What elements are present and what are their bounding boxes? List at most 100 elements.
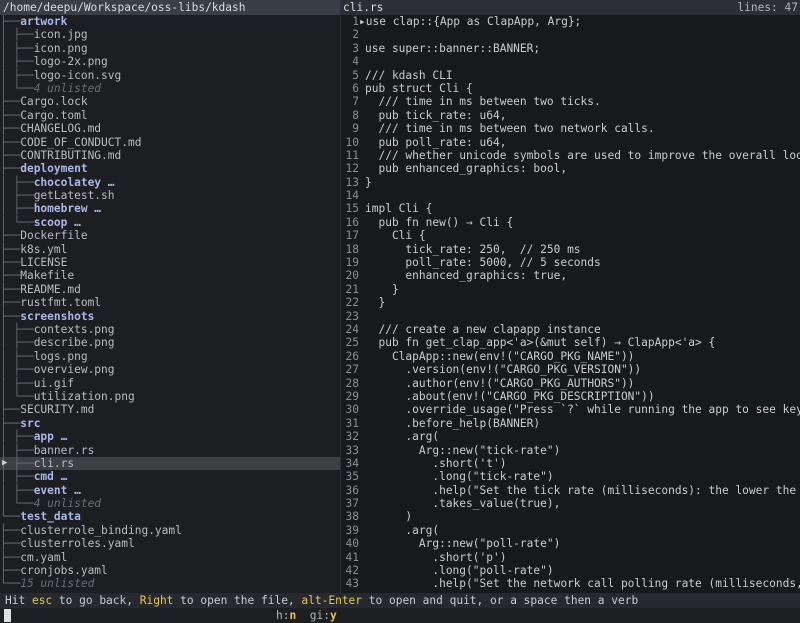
tree-row-directory[interactable]: │ ├──app … — [0, 430, 340, 443]
tree-item-name: contexts.png — [33, 322, 115, 336]
tree-row-directory[interactable]: │ ├──chocolatey … — [0, 176, 340, 189]
tree-row-directory[interactable]: │ ├──event … — [0, 484, 340, 497]
code-text: impl Cli { — [365, 202, 433, 216]
tree-row-file[interactable]: │ ├──logs.png — [0, 350, 340, 363]
tree-row-file[interactable]: │ ├──ui.gif — [0, 377, 340, 390]
tree-item-name: icon.png — [33, 41, 88, 55]
code-text: .short('t') — [365, 456, 507, 470]
line-number: 11 — [345, 148, 359, 162]
command-input[interactable]: h:n gi:y — [0, 608, 800, 623]
code-text: Arg::new("poll-rate") — [365, 537, 561, 551]
tree-row-file[interactable]: │ ├──contexts.png — [0, 323, 340, 336]
code-line: 23 — [341, 310, 800, 323]
tree-guide: ├── — [0, 242, 21, 256]
line-number: 5 — [352, 68, 359, 82]
status-text: to open the file, — [173, 594, 302, 607]
tree-row-file[interactable]: │ ├──describe.png — [0, 336, 340, 349]
tree-row-file[interactable]: │ ├──icon.png — [0, 42, 340, 55]
tree-row-directory[interactable]: ├──artwork — [0, 15, 340, 28]
tree-guide: ├── — [0, 108, 21, 122]
tree-row-file[interactable]: ├──CHANGELOG.md — [0, 122, 340, 135]
line-number: 6 — [352, 81, 359, 95]
tree-row-unlisted[interactable]: │ └──4 unlisted — [0, 82, 340, 95]
tree-row-unlisted[interactable]: └──15 unlisted — [0, 577, 340, 590]
line-number: 33 — [345, 443, 359, 457]
code-line: 33 Arg::new("tick-rate") — [341, 444, 800, 457]
tree-item-name: README.md — [20, 282, 81, 296]
code-text: pub fn new() → Cli { — [365, 215, 514, 229]
code-text: } — [365, 296, 386, 310]
line-number: 40 — [345, 537, 359, 551]
tree-row-file[interactable]: │ ├──banner.rs — [0, 444, 340, 457]
tree-item-name: test_data — [20, 510, 81, 524]
tree-row-file[interactable]: ├──CONTRIBUTING.md — [0, 149, 340, 162]
tree-row-file[interactable]: ├──k8s.yml — [0, 243, 340, 256]
tree-item-name: 4 unlisted — [33, 497, 102, 511]
tree-row-directory[interactable]: ├──screenshots — [0, 310, 340, 323]
tree-row-file[interactable]: ├──rustfmt.toml — [0, 296, 340, 309]
tree-row-file[interactable]: │ ├──icon.jpg — [0, 28, 340, 41]
tree-row-file[interactable]: │ ├──logo-2x.png — [0, 55, 340, 68]
code-line: 21 } — [341, 283, 800, 296]
tree-row-file[interactable]: │ ├──overview.png — [0, 363, 340, 376]
tree-row-directory[interactable]: └──test_data — [0, 510, 340, 523]
tree-row-file[interactable]: ├──README.md — [0, 283, 340, 296]
tree-item-name: describe.png — [33, 336, 115, 350]
tree-guide: │ ├── — [0, 322, 34, 336]
tree-row-file[interactable]: ├──Cargo.toml — [0, 109, 340, 122]
tree-guide: ├── — [0, 296, 21, 310]
line-number: 26 — [345, 349, 359, 363]
preview-header: cli.rs lines: 47 — [341, 0, 800, 15]
code-line: 9 /// time in ms between two network cal… — [341, 122, 800, 135]
tree-guide: │ ├── — [0, 363, 34, 377]
tree-row-file[interactable]: │ ├──logo-icon.svg — [0, 69, 340, 82]
tree-row-directory[interactable]: │ └──scoop … — [0, 216, 340, 229]
code-line: 42 .long("poll-rate") — [341, 564, 800, 577]
code-text: pub struct Cli { — [365, 81, 473, 95]
code-text: ClapApp::new(env!("CARGO_PKG_NAME")) — [365, 349, 635, 363]
code-line: 19 poll_rate: 5000, // 5 seconds — [341, 256, 800, 269]
tree-guide: ├── — [0, 550, 21, 564]
code-text: pub tick_rate: u64, — [365, 108, 507, 122]
code-text: .arg( — [365, 430, 440, 444]
tree-rows: ├──artwork │ ├──icon.jpg │ ├──icon.png │ ├─… — [0, 15, 340, 591]
tree-row-directory[interactable]: ├──deployment — [0, 162, 340, 175]
tree-item-name: artwork — [20, 15, 68, 28]
tree-row-file[interactable]: ├──Cargo.lock — [0, 95, 340, 108]
line-number: 1 — [352, 15, 359, 28]
tree-row-file[interactable]: ├──CODE_OF_CONDUCT.md — [0, 136, 340, 149]
flag-gi-label: gi: — [309, 609, 330, 622]
tree-row-unlisted[interactable]: │ └──4 unlisted — [0, 497, 340, 510]
code-text: pub poll_rate: u64, — [365, 135, 507, 149]
tree-row-file[interactable]: ▶ │ ├──cli.rs — [0, 456, 340, 471]
tree-row-file[interactable]: │ └──utilization.png — [0, 390, 340, 403]
tree-row-file[interactable]: │ ├──getLatest.sh — [0, 189, 340, 202]
tree-row-directory[interactable]: │ ├──homebrew … — [0, 202, 340, 215]
code-text: /// time in ms between two network calls… — [365, 122, 655, 136]
tree-row-file[interactable]: ├──Dockerfile — [0, 229, 340, 242]
tree-row-file[interactable]: ├──SECURITY.md — [0, 403, 340, 416]
line-number: 38 — [345, 510, 359, 524]
tree-item-name: logo-icon.svg — [33, 68, 122, 82]
tree-row-directory[interactable]: │ ├──cmd … — [0, 470, 340, 483]
tree-row-file[interactable]: ├──clusterrole_binding.yaml — [0, 524, 340, 537]
code-line: 6 pub struct Cli { — [341, 82, 800, 95]
tree-item-name: CHANGELOG.md — [20, 122, 102, 136]
tree-row-file[interactable]: ├──clusterroles.yaml — [0, 537, 340, 550]
tree-row-file[interactable]: ├──cm.yaml — [0, 551, 340, 564]
tree-item-name: cronjobs.yaml — [20, 564, 108, 578]
code-line: 26 ClapApp::new(env!("CARGO_PKG_NAME")) — [341, 350, 800, 363]
tree-row-file[interactable]: ├──LICENSE — [0, 256, 340, 269]
line-number: 36 — [345, 483, 359, 497]
code-view[interactable]: 1use clap::{App as ClapApp, Arg};23 use s… — [341, 15, 800, 591]
tree-row-file[interactable]: ├──Makefile — [0, 269, 340, 282]
line-number: 41 — [345, 550, 359, 564]
tree-guide: │ └── — [0, 389, 34, 403]
tree-row-directory[interactable]: ├──src — [0, 417, 340, 430]
code-text: /// create a new clapapp instance — [365, 322, 601, 336]
code-line: 32 .arg( — [341, 430, 800, 443]
line-number: 10 — [345, 135, 359, 149]
tree-row-file[interactable]: ├──cronjobs.yaml — [0, 564, 340, 577]
